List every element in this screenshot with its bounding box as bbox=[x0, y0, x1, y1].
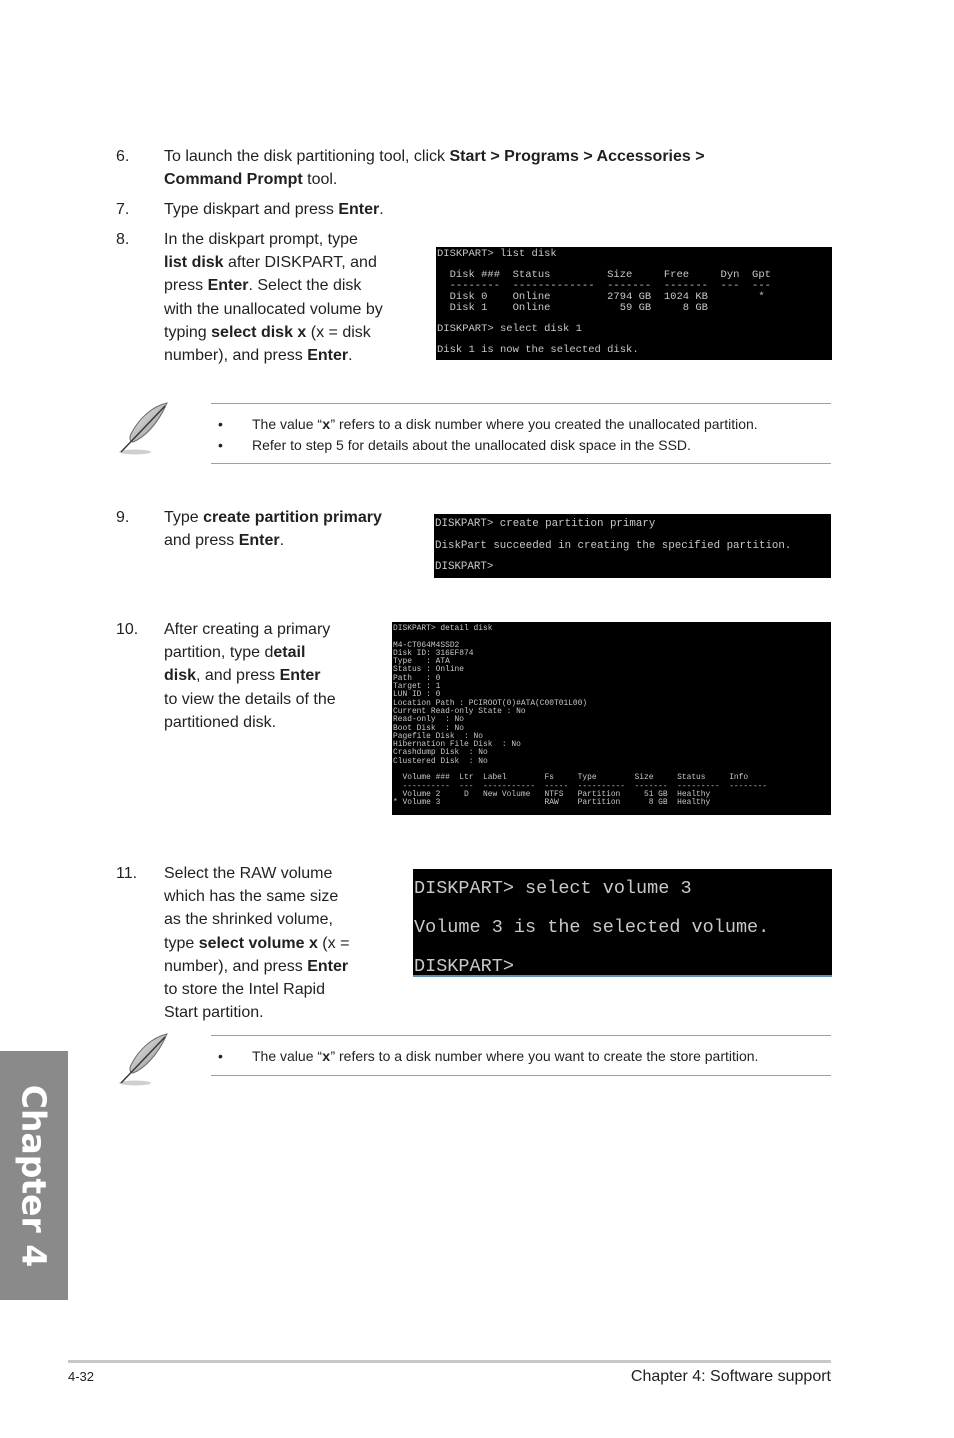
step-number: 8. bbox=[116, 231, 130, 248]
console-line: DISKPART> list disk bbox=[437, 248, 557, 260]
console-line: Path : 0 bbox=[393, 673, 441, 683]
footer-chapter-title: Chapter 4: Software support bbox=[630, 1368, 831, 1385]
console-line: DiskPart succeeded in creating the speci… bbox=[435, 539, 792, 552]
note-bottom-rule bbox=[211, 1075, 831, 1076]
console-line: * Volume 3 RAW Partition 8 GB Healthy bbox=[393, 798, 711, 808]
chapter-side-tab: Chapter 4 bbox=[0, 1051, 68, 1300]
chapter-tab-label: Chapter 4 bbox=[14, 1084, 54, 1267]
step-text: Type create partition primary and press … bbox=[164, 509, 382, 550]
console-line: Target : 1 bbox=[393, 682, 441, 692]
step-text: After creating a primary partition, type… bbox=[164, 621, 336, 731]
console-line: DISKPART> create partition primary bbox=[435, 518, 656, 530]
console-list-disk: DISKPART> list disk Disk ### Status Size… bbox=[436, 247, 832, 360]
console-line: Disk ID: 316EF874 bbox=[393, 648, 474, 658]
note-top-rule bbox=[211, 403, 831, 404]
console-detail-disk: DISKPART> detail disk M4-CT064M4SSD2 Disk… bbox=[392, 622, 831, 815]
console-line: DISKPART> bbox=[414, 956, 514, 977]
step-number: 9. bbox=[116, 509, 130, 526]
note-item: • Refer to step 5 for details about the u… bbox=[218, 437, 691, 453]
console-create-partition: DISKPART> create partition primary DiskPa… bbox=[434, 514, 831, 578]
console-line: DISKPART> select volume 3 bbox=[414, 878, 692, 899]
console-line: Disk 0 Online 2794 GB 1024 KB * bbox=[437, 290, 765, 303]
footer-rule bbox=[68, 1360, 831, 1363]
step-number: 11. bbox=[116, 865, 138, 882]
command-prompt-label: Command Prompt bbox=[164, 171, 303, 189]
feather-note-icon bbox=[119, 402, 168, 455]
step-text: To launch the disk partitioning tool, cl… bbox=[164, 148, 705, 189]
note-bottom-rule bbox=[211, 463, 831, 464]
step-number: 6. bbox=[116, 148, 130, 165]
menu-path: Start > Programs > Accessories > bbox=[449, 148, 705, 165]
console-line: Disk 1 is now the selected disk. bbox=[437, 344, 639, 357]
console-line: DISKPART> detail disk bbox=[393, 624, 493, 633]
note-item: • The value “x” refers to a disk number w… bbox=[218, 416, 758, 434]
feather-note-icon bbox=[119, 1033, 168, 1086]
console-line: DISKPART> select disk 1 bbox=[437, 322, 582, 335]
step-text: In the diskpart prompt, type list disk a… bbox=[164, 231, 383, 365]
console-select-volume: DISKPART> select volume 3 Volume 3 is the… bbox=[413, 869, 832, 977]
console-line: Disk 1 Online 59 GB 8 GB bbox=[437, 301, 708, 314]
console-line: Volume 3 is the selected volume. bbox=[414, 917, 770, 938]
step-number: 7. bbox=[116, 201, 130, 218]
console-line: Clustered Disk : No bbox=[393, 756, 488, 766]
step-text: Select the RAW volume which has the same… bbox=[164, 865, 350, 1022]
console-line: DISKPART> bbox=[435, 561, 494, 574]
console-line: Status : Online bbox=[393, 665, 465, 675]
step-text: Type diskpart and press Enter. bbox=[164, 201, 384, 218]
page-number: 4-32 bbox=[68, 1369, 95, 1384]
note-item: • The value “x” refers to a disk number w… bbox=[218, 1048, 759, 1066]
step-number: 10. bbox=[116, 621, 139, 638]
note-top-rule bbox=[211, 1035, 831, 1036]
